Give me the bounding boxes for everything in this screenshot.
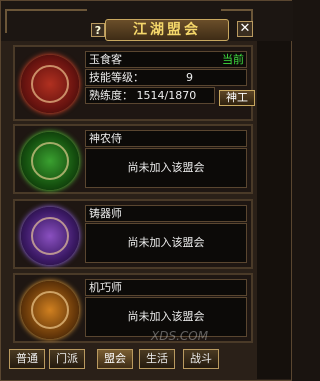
skill-level-value: 9 — [186, 71, 193, 84]
guild-card-herbalist[interactable]: 神农侍 尚未加入该盟会 — [13, 124, 253, 194]
guild-name: 玉食客 — [89, 53, 122, 66]
skill-level-label: 技能等级： — [89, 71, 144, 84]
tab-life[interactable]: 生活 — [139, 349, 175, 369]
current-badge: 当前 — [222, 53, 244, 66]
guild-card-smith[interactable]: 铸器师 尚未加入该盟会 — [13, 199, 253, 269]
chef-emblem-icon — [21, 55, 79, 113]
mechanic-emblem-icon — [21, 281, 79, 339]
tab-sect[interactable]: 门派 — [49, 349, 85, 369]
proficiency-row: 熟练度： 1514/1870 — [85, 87, 215, 104]
guild-name-row: 铸器师 — [85, 205, 247, 222]
guild-name-row: 机巧师 — [85, 279, 247, 296]
proficiency-value: 1514/1870 — [136, 89, 197, 102]
title-bar: ? 江湖盟会 ✕ — [1, 1, 293, 41]
window-title: 江湖盟会 — [105, 19, 229, 41]
divine-craft-button[interactable]: 神工 — [219, 90, 255, 106]
guild-name: 机巧师 — [89, 281, 122, 294]
help-icon[interactable]: ? — [91, 23, 105, 37]
right-edge-panel — [257, 41, 291, 379]
guild-card-mechanic[interactable]: 机巧师 尚未加入该盟会 — [13, 273, 253, 343]
tab-guild[interactable]: 盟会 — [97, 349, 133, 369]
guild-name: 铸器师 — [89, 207, 122, 220]
close-icon[interactable]: ✕ — [237, 21, 253, 37]
guild-emblem — [15, 201, 85, 267]
guild-name-row: 玉食客 当前 — [85, 51, 247, 68]
proficiency-label: 熟练度： — [89, 89, 133, 102]
smith-emblem-icon — [21, 207, 79, 265]
guild-name: 神农侍 — [89, 132, 122, 145]
guild-emblem — [15, 47, 85, 119]
herb-emblem-icon — [21, 132, 79, 190]
guild-emblem — [15, 275, 85, 341]
guild-window: ? 江湖盟会 ✕ 玉食客 当前 技能等级： 9 熟练度： 1514/1870 神… — [0, 0, 293, 381]
tab-normal[interactable]: 普通 — [9, 349, 45, 369]
guild-status: 尚未加入该盟会 — [85, 223, 247, 263]
guild-name-row: 神农侍 — [85, 130, 247, 147]
guild-emblem — [15, 126, 85, 192]
guild-status: 尚未加入该盟会 — [85, 148, 247, 188]
skill-level-row: 技能等级： 9 — [85, 69, 247, 86]
title-decoration-left — [5, 9, 87, 33]
watermark: XDS.COM — [151, 329, 209, 343]
guild-card-chef[interactable]: 玉食客 当前 技能等级： 9 熟练度： 1514/1870 神工 — [13, 45, 255, 121]
tab-combat[interactable]: 战斗 — [183, 349, 219, 369]
